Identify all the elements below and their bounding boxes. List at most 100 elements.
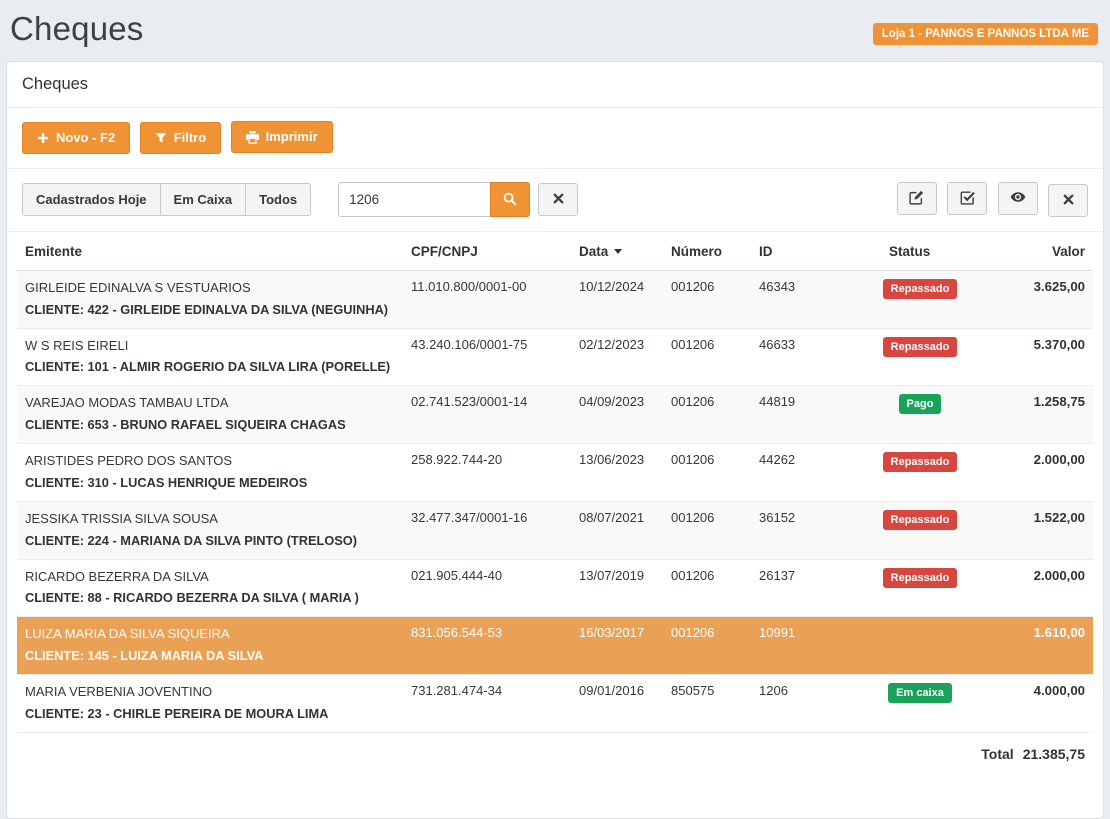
filter-button[interactable]: Filtro (140, 122, 222, 154)
cheque-date: 08/07/2021 (571, 501, 663, 559)
sort-desc-icon (614, 249, 622, 254)
cheque-id: 36152 (751, 501, 859, 559)
filter-tab-todos[interactable]: Todos (245, 183, 311, 217)
edit-icon (909, 190, 924, 209)
col-header-data[interactable]: Data (571, 232, 663, 271)
table-row[interactable]: LUIZA MARIA DA SILVA SIQUEIRA CLIENTE: 1… (17, 617, 1093, 675)
eye-icon (1010, 189, 1026, 209)
edit-button[interactable] (897, 182, 937, 215)
cheque-value: 1.522,00 (981, 501, 1093, 559)
emitente-name: RICARDO BEZERRA DA SILVA (25, 568, 395, 587)
view-button[interactable] (998, 182, 1038, 215)
cheque-number: 850575 (663, 675, 751, 733)
cpf-cnpj-value: 32.477.347/0001-16 (403, 501, 571, 559)
printer-icon (246, 131, 259, 144)
close-icon (553, 192, 564, 208)
search-group (338, 182, 530, 217)
status-badge: Em caixa (888, 683, 952, 703)
col-header-numero[interactable]: Número (663, 232, 751, 271)
cheque-number: 001206 (663, 559, 751, 617)
cheque-number: 001206 (663, 270, 751, 328)
table-row[interactable]: VAREJAO MODAS TAMBAU LTDA CLIENTE: 653 -… (17, 386, 1093, 444)
cpf-cnpj-value: 258.922.744-20 (403, 444, 571, 502)
table-row[interactable]: GIRLEIDE EDINALVA S VESTUARIOS CLIENTE: … (17, 270, 1093, 328)
total-label: Total (981, 746, 1013, 762)
cheque-date: 09/01/2016 (571, 675, 663, 733)
col-header-status[interactable]: Status (859, 232, 981, 271)
cpf-cnpj-value: 02.741.523/0001-14 (403, 386, 571, 444)
search-button[interactable] (490, 182, 530, 217)
cheque-value: 1.258,75 (981, 386, 1093, 444)
cheque-id: 26137 (751, 559, 859, 617)
table-row[interactable]: JESSIKA TRISSIA SILVA SOUSA CLIENTE: 224… (17, 501, 1093, 559)
cpf-cnpj-value: 831.056.544-53 (403, 617, 571, 675)
search-input[interactable] (338, 182, 490, 217)
cheques-table-body: GIRLEIDE EDINALVA S VESTUARIOS CLIENTE: … (17, 270, 1093, 732)
table-row[interactable]: MARIA VERBENIA JOVENTINO CLIENTE: 23 - C… (17, 675, 1093, 733)
cheque-value: 5.370,00 (981, 328, 1093, 386)
new-button[interactable]: Novo - F2 (22, 122, 130, 154)
cheque-number: 001206 (663, 501, 751, 559)
cliente-info: CLIENTE: 88 - RICARDO BEZERRA DA SILVA (… (25, 589, 395, 607)
store-badge[interactable]: Loja 1 - PANNOS E PANNOS LTDA ME (873, 23, 1098, 45)
cheque-date: 13/07/2019 (571, 559, 663, 617)
close-icon (1063, 193, 1074, 209)
cheque-id: 10991 (751, 617, 859, 675)
col-header-data-label: Data (579, 244, 608, 259)
select-button[interactable] (947, 182, 987, 215)
col-header-cpf-cnpj[interactable]: CPF/CNPJ (403, 232, 571, 271)
cheque-id: 46633 (751, 328, 859, 386)
filter-tab-cadastrados-hoje[interactable]: Cadastrados Hoje (22, 183, 161, 217)
col-header-id[interactable]: ID (751, 232, 859, 271)
check-square-icon (960, 190, 975, 209)
cheque-id: 44819 (751, 386, 859, 444)
cpf-cnpj-value: 021.905.444-40 (403, 559, 571, 617)
cliente-info: CLIENTE: 101 - ALMIR ROGERIO DA SILVA LI… (25, 358, 395, 376)
status-badge: Repassado (883, 452, 958, 472)
print-button[interactable]: Imprimir (231, 121, 333, 153)
cheque-number: 001206 (663, 617, 751, 675)
cliente-info: CLIENTE: 23 - CHIRLE PEREIRA DE MOURA LI… (25, 705, 395, 723)
cliente-info: CLIENTE: 422 - GIRLEIDE EDINALVA DA SILV… (25, 301, 395, 319)
status-badge: Repassado (883, 510, 958, 530)
cliente-info: CLIENTE: 145 - LUIZA MARIA DA SILVA (25, 647, 395, 665)
emitente-name: GIRLEIDE EDINALVA S VESTUARIOS (25, 279, 395, 298)
status-badge: Repassado (883, 568, 958, 588)
cheque-date: 16/03/2017 (571, 617, 663, 675)
cheque-number: 001206 (663, 386, 751, 444)
cheque-id: 46343 (751, 270, 859, 328)
page-title: Cheques (10, 10, 144, 48)
cliente-info: CLIENTE: 653 - BRUNO RAFAEL SIQUEIRA CHA… (25, 416, 395, 434)
print-button-label: Imprimir (266, 130, 318, 144)
emitente-name: LUIZA MARIA DA SILVA SIQUEIRA (25, 625, 395, 644)
col-header-emitente[interactable]: Emitente (17, 232, 403, 271)
cheque-id: 1206 (751, 675, 859, 733)
table-row[interactable]: W S REIS EIRELI CLIENTE: 101 - ALMIR ROG… (17, 328, 1093, 386)
cliente-info: CLIENTE: 310 - LUCAS HENRIQUE MEDEIROS (25, 474, 395, 492)
cheque-date: 13/06/2023 (571, 444, 663, 502)
emitente-name: MARIA VERBENIA JOVENTINO (25, 683, 395, 702)
emitente-name: W S REIS EIRELI (25, 337, 395, 356)
filter-icon (155, 132, 167, 144)
filter-button-label: Filtro (174, 131, 207, 145)
emitente-name: JESSIKA TRISSIA SILVA SOUSA (25, 510, 395, 529)
cheque-value: 2.000,00 (981, 444, 1093, 502)
col-header-valor[interactable]: Valor (981, 232, 1093, 271)
cheques-panel: Cheques Novo - F2 Filtro Imprimir (6, 61, 1104, 819)
table-row[interactable]: ARISTIDES PEDRO DOS SANTOS CLIENTE: 310 … (17, 444, 1093, 502)
status-badge: Pago (899, 394, 942, 414)
status-badge: Repassado (883, 279, 958, 299)
cpf-cnpj-value: 731.281.474-34 (403, 675, 571, 733)
table-row[interactable]: RICARDO BEZERRA DA SILVA CLIENTE: 88 - R… (17, 559, 1093, 617)
clear-search-button[interactable] (538, 183, 578, 216)
total-row: Total 21.385,75 (17, 733, 1093, 768)
search-icon (503, 192, 517, 206)
plus-icon (37, 132, 49, 144)
total-value: 21.385,75 (1023, 746, 1085, 762)
delete-button[interactable] (1048, 184, 1088, 217)
quick-filter-group: Cadastrados Hoje Em Caixa Todos (22, 183, 311, 217)
filter-tab-em-caixa[interactable]: Em Caixa (160, 183, 247, 217)
cheque-date: 04/09/2023 (571, 386, 663, 444)
cheques-table: Emitente CPF/CNPJ Data Número ID Status … (7, 232, 1103, 768)
panel-header: Cheques (7, 62, 1103, 108)
